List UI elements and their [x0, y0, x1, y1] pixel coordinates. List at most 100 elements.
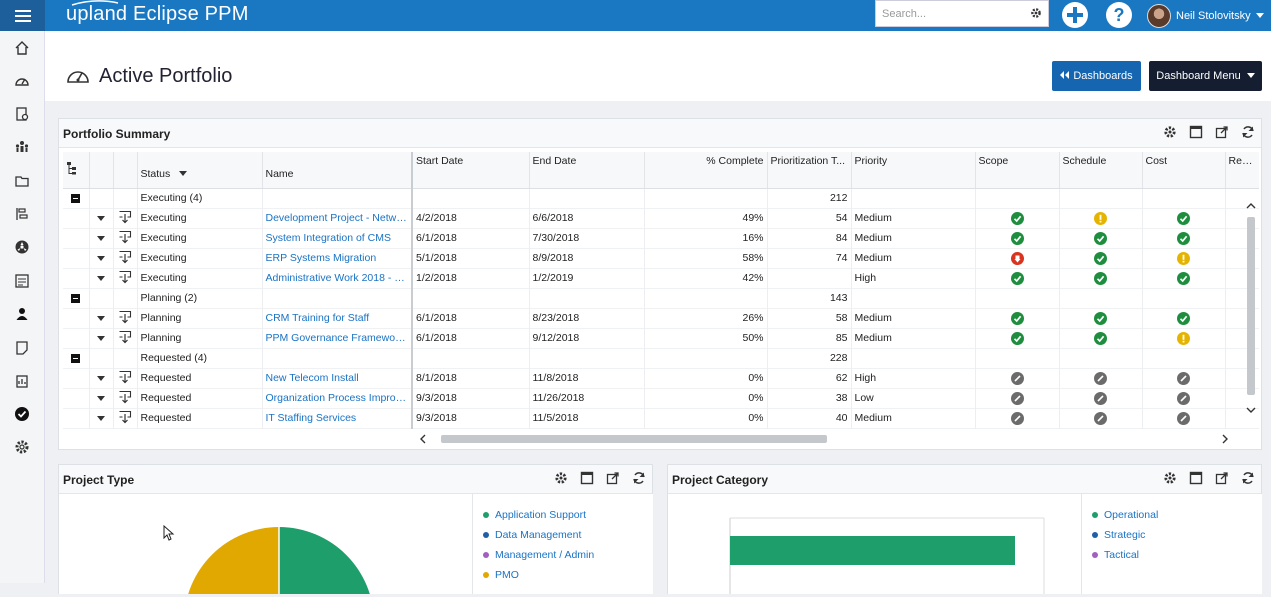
maximize-icon[interactable]	[1189, 471, 1203, 488]
insert-below-icon[interactable]	[118, 250, 132, 267]
column-header-name[interactable]: Name	[262, 152, 413, 189]
sort-desc-icon[interactable]	[179, 171, 188, 177]
insert-below-icon[interactable]	[118, 210, 132, 227]
dashboards-button[interactable]: Dashboards	[1052, 61, 1141, 91]
export-icon[interactable]	[1215, 125, 1229, 142]
column-header-end-date[interactable]: End Date	[529, 152, 645, 189]
settings-icon[interactable]	[12, 437, 32, 457]
menu-icon[interactable]	[0, 0, 45, 31]
gear-icon[interactable]	[554, 471, 568, 488]
collapse-toggle[interactable]	[63, 288, 90, 308]
home-icon[interactable]	[12, 38, 32, 58]
column-header-scope[interactable]: Scope	[975, 152, 1060, 189]
insert-below-icon[interactable]	[118, 310, 132, 327]
folder-icon[interactable]	[12, 171, 32, 191]
chevron-down-icon[interactable]	[97, 255, 105, 261]
add-icon[interactable]	[1061, 1, 1089, 32]
gear-icon[interactable]	[1030, 7, 1042, 22]
table-row[interactable]: Executing ERP Systems Migration 5/1/2018 8/…	[63, 248, 1259, 268]
refresh-icon[interactable]	[1241, 125, 1255, 142]
collapse-icon[interactable]	[71, 293, 81, 303]
collapse-toggle[interactable]	[63, 348, 90, 368]
approved-icon[interactable]	[12, 404, 32, 424]
chevron-down-icon[interactable]	[97, 395, 105, 401]
refresh-icon[interactable]	[1241, 471, 1255, 488]
group-row[interactable]: Executing (4) 212	[63, 188, 1259, 208]
insert-below-icon[interactable]	[118, 270, 132, 287]
group-row[interactable]: Planning (2) 143	[63, 288, 1259, 308]
tree-toggle-header[interactable]	[63, 152, 90, 189]
user-menu[interactable]: Neil Stolovitsky	[1147, 0, 1264, 31]
table-row[interactable]: PlanningPPM Governance Framework De...6/…	[63, 328, 1259, 348]
row-menu[interactable]	[89, 268, 114, 288]
project-name-link[interactable]: ERP Systems Migration	[262, 248, 413, 268]
brand-logo[interactable]: upland Eclipse PPM	[66, 3, 249, 26]
export-icon[interactable]	[606, 471, 620, 488]
horizontal-scrollbar[interactable]	[414, 432, 1234, 446]
notes-icon[interactable]	[12, 338, 32, 358]
row-menu[interactable]	[89, 208, 114, 228]
group-row[interactable]: Requested (4) 228	[63, 348, 1259, 368]
table-row[interactable]: Executing Administrative Work 2018 - Neil…	[63, 268, 1259, 288]
people-icon[interactable]	[12, 137, 32, 157]
chevron-down-icon[interactable]	[97, 315, 105, 321]
project-name-link[interactable]: Organization Process Improvem...	[262, 388, 413, 408]
table-row[interactable]: Requested IT Staffing Services 9/3/2018 11/…	[63, 408, 1259, 428]
insert-below-icon[interactable]	[118, 230, 132, 247]
collapse-icon[interactable]	[71, 353, 81, 363]
reports-icon[interactable]	[12, 371, 32, 391]
chevron-down-icon[interactable]	[97, 415, 105, 421]
column-header-cost[interactable]: Cost	[1142, 152, 1226, 189]
project-name-link[interactable]: CRM Training for Staff	[262, 308, 413, 328]
gear-icon[interactable]	[1163, 471, 1177, 488]
table-row[interactable]: Requested New Telecom Install 8/1/2018 11/8…	[63, 368, 1259, 388]
insert-below-icon[interactable]	[118, 330, 132, 347]
legend-item[interactable]: Tactical	[1092, 549, 1139, 561]
legend-item[interactable]: Management / Admin	[483, 549, 594, 561]
row-menu[interactable]	[89, 368, 114, 388]
column-header-prioritization[interactable]: Prioritization T...	[767, 152, 852, 189]
dashboard-menu-button[interactable]: Dashboard Menu	[1149, 61, 1262, 91]
column-header-status[interactable]: Status	[137, 152, 263, 189]
chevron-down-icon[interactable]	[97, 235, 105, 241]
table-row[interactable]: Executing System Integration of CMS 6/1/20…	[63, 228, 1259, 248]
chevron-down-icon[interactable]	[97, 215, 105, 221]
chevron-down-icon[interactable]	[97, 375, 105, 381]
gantt-icon[interactable]	[12, 204, 32, 224]
project-name-link[interactable]: New Telecom Install	[262, 368, 413, 388]
user-icon[interactable]	[12, 304, 32, 324]
search-input[interactable]: Search...	[875, 0, 1049, 27]
row-menu[interactable]	[89, 328, 114, 348]
chevron-down-icon[interactable]	[97, 275, 105, 281]
project-name-link[interactable]: System Integration of CMS	[262, 228, 413, 248]
vertical-scrollbar[interactable]	[1246, 199, 1256, 423]
hazard-icon[interactable]	[12, 237, 32, 257]
collapse-icon[interactable]	[71, 193, 81, 203]
row-menu[interactable]	[89, 308, 114, 328]
column-header-percent-complete[interactable]: % Complete	[644, 152, 768, 189]
collapse-toggle[interactable]	[63, 188, 90, 208]
row-menu[interactable]	[89, 228, 114, 248]
export-icon[interactable]	[1215, 471, 1229, 488]
legend-item[interactable]: Application Support	[483, 509, 586, 521]
table-row[interactable]: Requested Organization Process Improvem..…	[63, 388, 1259, 408]
hierarchy-icon[interactable]	[66, 162, 78, 178]
project-name-link[interactable]: PPM Governance Framework De...	[262, 328, 413, 348]
row-menu[interactable]	[89, 248, 114, 268]
insert-below-icon[interactable]	[118, 390, 132, 407]
legend-item[interactable]: Operational	[1092, 509, 1158, 521]
row-menu[interactable]	[89, 388, 114, 408]
refresh-icon[interactable]	[632, 471, 646, 488]
chevron-down-icon[interactable]	[97, 335, 105, 341]
insert-below-icon[interactable]	[118, 370, 132, 387]
insert-below-icon[interactable]	[118, 410, 132, 427]
project-name-link[interactable]: Development Project - Network...	[262, 208, 413, 228]
dashboard-icon[interactable]	[12, 71, 32, 91]
project-name-link[interactable]: IT Staffing Services	[262, 408, 413, 428]
project-name-link[interactable]: Administrative Work 2018 - Neil...	[262, 268, 413, 288]
help-icon[interactable]: ?	[1105, 1, 1133, 32]
table-row[interactable]: Planning CRM Training for Staff 6/1/2018 8/…	[63, 308, 1259, 328]
legend-item[interactable]: Strategic	[1092, 529, 1145, 541]
gear-icon[interactable]	[1163, 125, 1177, 142]
column-header-start-date[interactable]: Start Date	[412, 152, 530, 189]
